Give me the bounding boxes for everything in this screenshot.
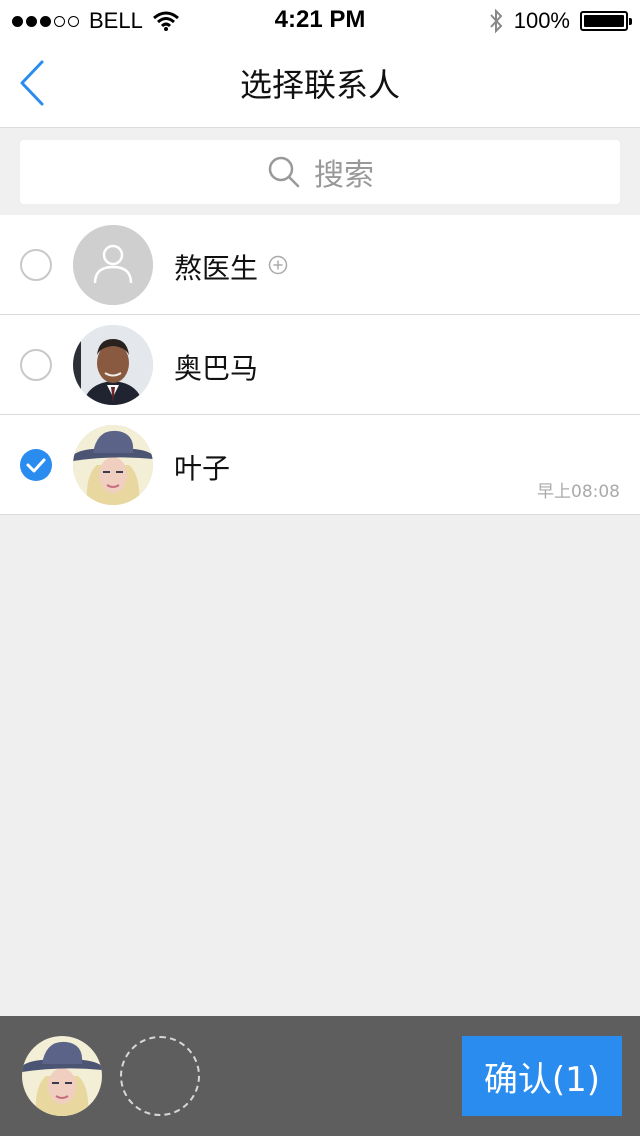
- message-time: 早上08:08: [537, 482, 620, 502]
- search-area: 搜索: [0, 129, 640, 215]
- contact-row[interactable]: 熬医生: [0, 215, 640, 315]
- contact-name: 叶子: [174, 452, 231, 485]
- contact-name: 熬医生: [174, 252, 259, 285]
- add-circle-icon[interactable]: [268, 255, 288, 275]
- contact-name: 奥巴马: [174, 352, 259, 385]
- page-title: 选择联系人: [239, 66, 400, 104]
- search-placeholder: 搜索: [314, 158, 374, 193]
- contact-row[interactable]: 叶子 早上08:08: [0, 415, 640, 515]
- search-input[interactable]: 搜索: [20, 140, 620, 204]
- default-person-icon: [73, 225, 153, 305]
- battery-percent: 100%: [513, 8, 570, 33]
- battery-icon: [580, 11, 632, 31]
- contact-row[interactable]: 奥巴马: [0, 315, 640, 415]
- selection-bar: 确认(1): [0, 1016, 640, 1136]
- confirm-button[interactable]: 确认(1): [462, 1036, 622, 1116]
- navigation-bar: 选择联系人: [0, 40, 640, 128]
- avatar-photo-man: [73, 325, 153, 405]
- empty-selection-slot: [120, 1036, 200, 1116]
- unchecked-radio-icon[interactable]: [20, 249, 52, 281]
- bluetooth-icon: [489, 8, 503, 34]
- selected-contact-avatar[interactable]: [22, 1036, 102, 1116]
- checked-radio-icon[interactable]: [20, 449, 52, 481]
- contact-list: 熬医生 奥巴马 叶子 早上08:08: [0, 215, 640, 515]
- avatar-photo-woman: [73, 425, 153, 505]
- status-bar: BELL 4:21 PM 100%: [0, 0, 640, 40]
- search-icon: [268, 156, 300, 188]
- status-right: 100%: [488, 8, 632, 34]
- unchecked-radio-icon[interactable]: [20, 349, 52, 381]
